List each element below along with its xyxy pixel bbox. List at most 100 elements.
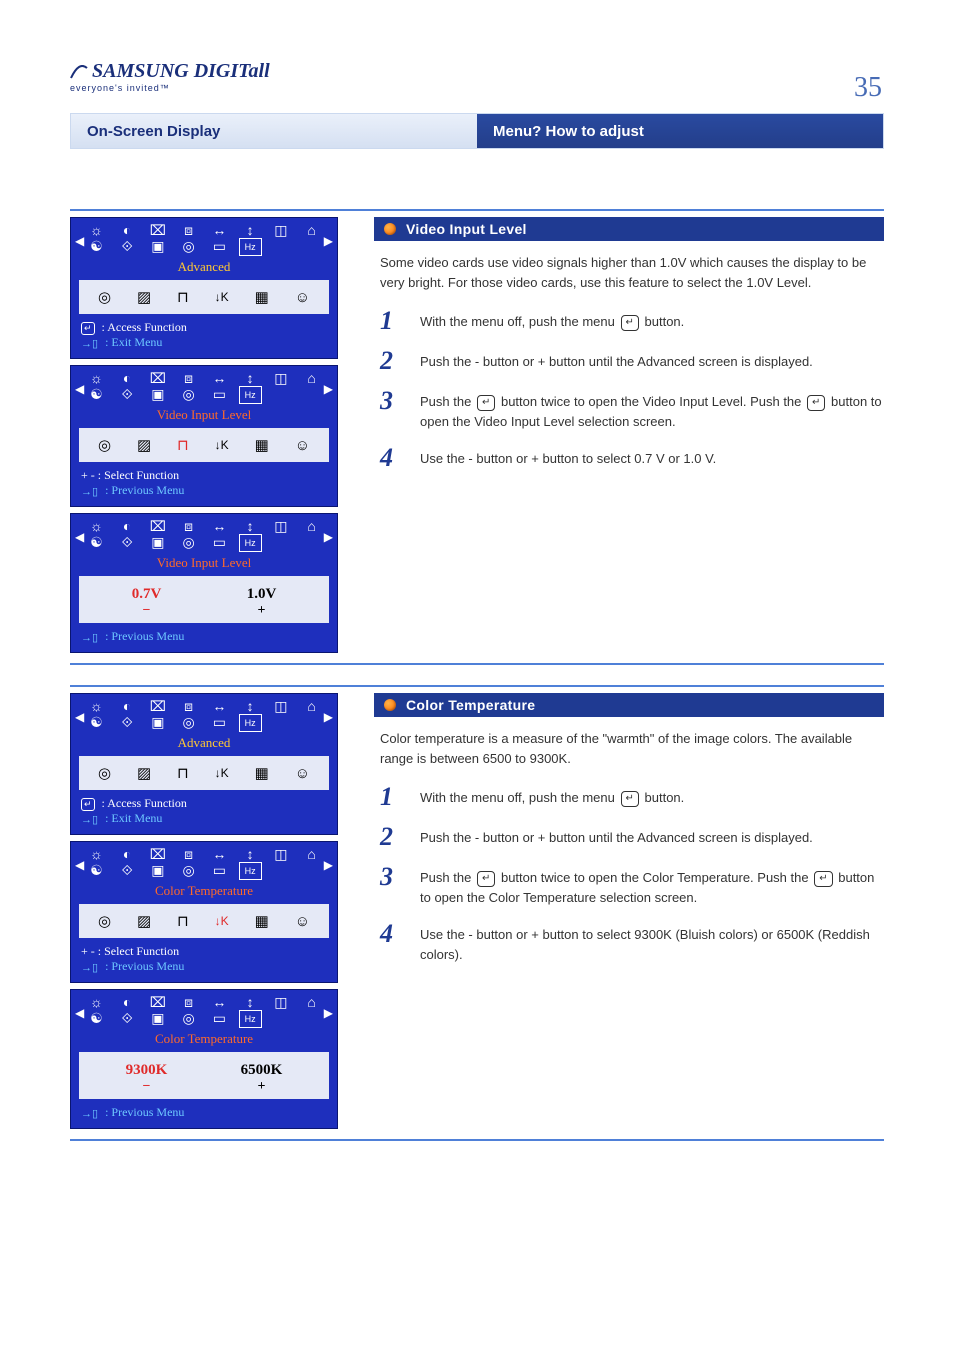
hz-icon[interactable]: Hz [239, 534, 262, 552]
size-icon[interactable]: ⧈ [177, 698, 200, 714]
hz-icon[interactable]: Hz [239, 862, 262, 880]
language-icon[interactable]: ☯ [85, 238, 108, 256]
v-size-icon[interactable]: ↕ [239, 518, 262, 534]
focus-icon[interactable]: ◎ [98, 436, 111, 454]
pattern-icon[interactable]: ▨ [137, 912, 151, 930]
position-icon[interactable]: ⌧ [147, 518, 170, 534]
contrast-icon[interactable]: ◐ [116, 518, 139, 534]
v-size-icon[interactable]: ↕ [239, 698, 262, 714]
osd-nav-right-icon[interactable]: ▶ [324, 530, 333, 544]
v-size-icon[interactable]: ↕ [239, 846, 262, 862]
brightness-icon[interactable]: ☼ [85, 846, 108, 862]
h-size-icon[interactable]: ↔ [208, 222, 231, 238]
osd-left-icon[interactable]: ⟐ [116, 386, 139, 404]
fullscreen-icon[interactable]: ▭ [208, 862, 231, 880]
hz-icon[interactable]: Hz [239, 386, 262, 404]
h-size-icon[interactable]: ↔ [208, 518, 231, 534]
language-icon[interactable]: ☯ [85, 714, 108, 732]
reset-icon[interactable]: ◎ [177, 534, 200, 552]
info-icon[interactable]: ☺ [295, 913, 310, 930]
advanced-icon[interactable]: ⌂ [300, 698, 323, 714]
position-icon[interactable]: ⌧ [147, 698, 170, 714]
contrast-icon[interactable]: ◐ [116, 698, 139, 714]
position-icon[interactable]: ⌧ [147, 994, 170, 1010]
color-temp-icon[interactable]: ↓K [215, 914, 229, 928]
video-level-icon[interactable]: ⊓ [177, 764, 189, 782]
fullscreen-icon[interactable]: ▭ [208, 714, 231, 732]
h-size-icon[interactable]: ↔ [208, 370, 231, 386]
osd-nav-left-icon[interactable]: ◀ [75, 1006, 84, 1020]
sync-icon[interactable]: ▦ [255, 436, 269, 454]
size-icon[interactable]: ⧈ [177, 994, 200, 1010]
osd-nav-right-icon[interactable]: ▶ [324, 858, 333, 872]
language-icon[interactable]: ☯ [85, 534, 108, 552]
h-size-icon[interactable]: ↔ [208, 994, 231, 1010]
language-icon[interactable]: ☯ [85, 862, 108, 880]
size-icon[interactable]: ⧈ [177, 518, 200, 534]
moire-icon[interactable]: ◫ [270, 370, 293, 386]
size-icon[interactable]: ⧈ [177, 222, 200, 238]
contrast-icon[interactable]: ◐ [116, 994, 139, 1010]
language-icon[interactable]: ☯ [85, 1010, 108, 1028]
reset-icon[interactable]: ◎ [177, 238, 200, 256]
info-icon[interactable]: ☺ [295, 765, 310, 782]
osd-nav-left-icon[interactable]: ◀ [75, 382, 84, 396]
advanced-icon[interactable]: ⌂ [300, 846, 323, 862]
moire-icon[interactable]: ◫ [270, 994, 293, 1010]
language-icon[interactable]: ☯ [85, 386, 108, 404]
info-icon[interactable]: ☺ [295, 289, 310, 306]
video-level-icon[interactable]: ⊓ [177, 288, 189, 306]
advanced-icon[interactable]: ⌂ [300, 518, 323, 534]
video-level-icon[interactable]: ⊓ [177, 436, 189, 454]
info-icon[interactable]: ☺ [295, 437, 310, 454]
color-temp-icon[interactable]: ↓K [215, 290, 229, 304]
sync-icon[interactable]: ▦ [255, 912, 269, 930]
brightness-icon[interactable]: ☼ [85, 518, 108, 534]
contrast-icon[interactable]: ◐ [116, 370, 139, 386]
size-icon[interactable]: ⧈ [177, 846, 200, 862]
advanced-icon[interactable]: ⌂ [300, 994, 323, 1010]
contrast-icon[interactable]: ◐ [116, 846, 139, 862]
option-0.7v[interactable]: 0.7V− [132, 586, 162, 619]
osd-nav-left-icon[interactable]: ◀ [75, 858, 84, 872]
v-size-icon[interactable]: ↕ [239, 370, 262, 386]
color-temp-icon[interactable]: ↓K [215, 438, 229, 452]
osd-nav-right-icon[interactable]: ▶ [324, 234, 333, 248]
advanced-icon[interactable]: ⌂ [300, 222, 323, 238]
fullscreen-icon[interactable]: ▭ [208, 534, 231, 552]
position-icon[interactable]: ⌧ [147, 370, 170, 386]
moire-icon[interactable]: ◫ [270, 846, 293, 862]
option-1.0v[interactable]: 1.0V+ [247, 586, 277, 619]
fullscreen-icon[interactable]: ▭ [208, 386, 231, 404]
reset-icon[interactable]: ◎ [177, 862, 200, 880]
osd-center-icon[interactable]: ▣ [147, 1010, 170, 1028]
osd-nav-right-icon[interactable]: ▶ [324, 1006, 333, 1020]
brightness-icon[interactable]: ☼ [85, 994, 108, 1010]
brightness-icon[interactable]: ☼ [85, 222, 108, 238]
moire-icon[interactable]: ◫ [270, 222, 293, 238]
osd-left-icon[interactable]: ⟐ [116, 1010, 139, 1028]
osd-nav-left-icon[interactable]: ◀ [75, 530, 84, 544]
osd-center-icon[interactable]: ▣ [147, 386, 170, 404]
position-icon[interactable]: ⌧ [147, 846, 170, 862]
moire-icon[interactable]: ◫ [270, 518, 293, 534]
reset-icon[interactable]: ◎ [177, 1010, 200, 1028]
focus-icon[interactable]: ◎ [98, 912, 111, 930]
osd-left-icon[interactable]: ⟐ [116, 862, 139, 880]
option-9300k[interactable]: 9300K− [126, 1062, 168, 1095]
option-6500k[interactable]: 6500K+ [241, 1062, 283, 1095]
pattern-icon[interactable]: ▨ [137, 436, 151, 454]
osd-nav-left-icon[interactable]: ◀ [75, 234, 84, 248]
contrast-icon[interactable]: ◐ [116, 222, 139, 238]
sync-icon[interactable]: ▦ [255, 764, 269, 782]
video-level-icon[interactable]: ⊓ [177, 912, 189, 930]
hz-icon[interactable]: Hz [239, 1010, 262, 1028]
pattern-icon[interactable]: ▨ [137, 764, 151, 782]
h-size-icon[interactable]: ↔ [208, 698, 231, 714]
osd-nav-left-icon[interactable]: ◀ [75, 710, 84, 724]
reset-icon[interactable]: ◎ [177, 714, 200, 732]
h-size-icon[interactable]: ↔ [208, 846, 231, 862]
advanced-icon[interactable]: ⌂ [300, 370, 323, 386]
brightness-icon[interactable]: ☼ [85, 370, 108, 386]
size-icon[interactable]: ⧈ [177, 370, 200, 386]
